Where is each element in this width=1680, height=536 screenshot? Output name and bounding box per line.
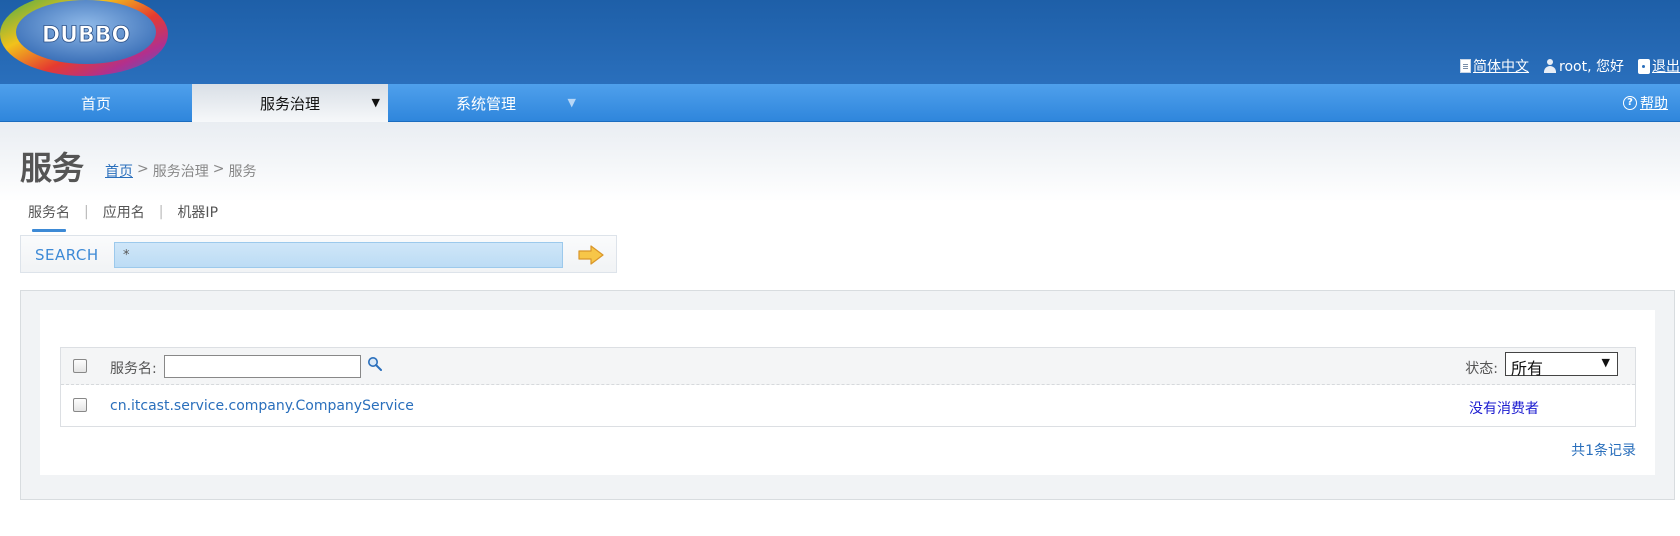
- page-title: 服务: [20, 149, 85, 187]
- search-tabs: 服务名 | 应用名 | 机器IP: [28, 202, 218, 232]
- search-icon[interactable]: [367, 356, 383, 372]
- breadcrumb-home[interactable]: 首页: [105, 161, 133, 181]
- tab-separator: |: [84, 204, 89, 220]
- search-bar: SEARCH: [20, 235, 617, 273]
- app-header: DUBBO 简体中文 root, 您好 退出: [0, 0, 1680, 84]
- status-filter-label: 状态:: [1465, 361, 1498, 377]
- arrow-right-icon[interactable]: [577, 244, 605, 266]
- breadcrumb-current: 服务: [228, 164, 257, 180]
- services-table: 服务名: 状态: 所有 ▼ cn.itcast.service.company.…: [60, 347, 1636, 427]
- logout-link[interactable]: 退出: [1638, 56, 1680, 76]
- table-row: cn.itcast.service.company.CompanyService…: [61, 385, 1635, 427]
- breadcrumb: 首页 > 服务治理 > 服务: [105, 161, 256, 181]
- top-links: 简体中文 root, 您好 退出: [1460, 56, 1680, 76]
- caret-down-icon: ▼: [371, 96, 380, 109]
- service-filter-input[interactable]: [164, 355, 361, 378]
- breadcrumb-section: 服务治理: [152, 164, 209, 180]
- service-filter-label: 服务名:: [110, 361, 157, 377]
- search-label: SEARCH: [35, 246, 99, 264]
- user-icon: [1543, 59, 1557, 73]
- table-header: 服务名: 状态: 所有 ▼: [61, 348, 1635, 385]
- breadcrumb-separator: >: [212, 161, 225, 177]
- document-icon: [1460, 59, 1472, 73]
- tab-application-name[interactable]: 应用名: [103, 202, 145, 228]
- exit-icon: [1638, 58, 1650, 74]
- user-greeting: root, 您好: [1543, 56, 1624, 76]
- chevron-down-icon: ▼: [1601, 356, 1610, 369]
- select-all-checkbox[interactable]: [73, 359, 87, 373]
- nav-item-home[interactable]: 首页: [0, 84, 192, 122]
- help-link[interactable]: ? 帮助: [1623, 84, 1668, 122]
- main-nav: 首页 服务治理 ▼ 系统管理 ▼ ? 帮助: [0, 84, 1680, 122]
- search-input[interactable]: [114, 242, 563, 268]
- nav-item-service-governance[interactable]: 服务治理 ▼: [192, 84, 388, 122]
- status-filter-select[interactable]: 所有 ▼: [1505, 352, 1618, 378]
- svg-text:DUBBO: DUBBO: [42, 23, 130, 48]
- caret-down-icon: ▼: [567, 96, 576, 109]
- tab-separator: |: [158, 204, 164, 220]
- nav-item-system-management[interactable]: 系统管理 ▼: [388, 84, 584, 122]
- record-count: 共1条记录: [1571, 443, 1636, 459]
- row-checkbox[interactable]: [73, 398, 87, 412]
- question-icon: ?: [1623, 96, 1637, 110]
- tab-service-name[interactable]: 服务名: [28, 202, 70, 232]
- tab-machine-ip[interactable]: 机器IP: [177, 202, 218, 228]
- consumer-status-link[interactable]: 没有消费者: [1469, 398, 1539, 418]
- service-name-link[interactable]: cn.itcast.service.company.CompanyService: [110, 398, 414, 414]
- dubbo-logo[interactable]: DUBBO: [0, 0, 174, 80]
- language-link[interactable]: 简体中文: [1460, 56, 1529, 76]
- breadcrumb-separator: >: [137, 161, 149, 177]
